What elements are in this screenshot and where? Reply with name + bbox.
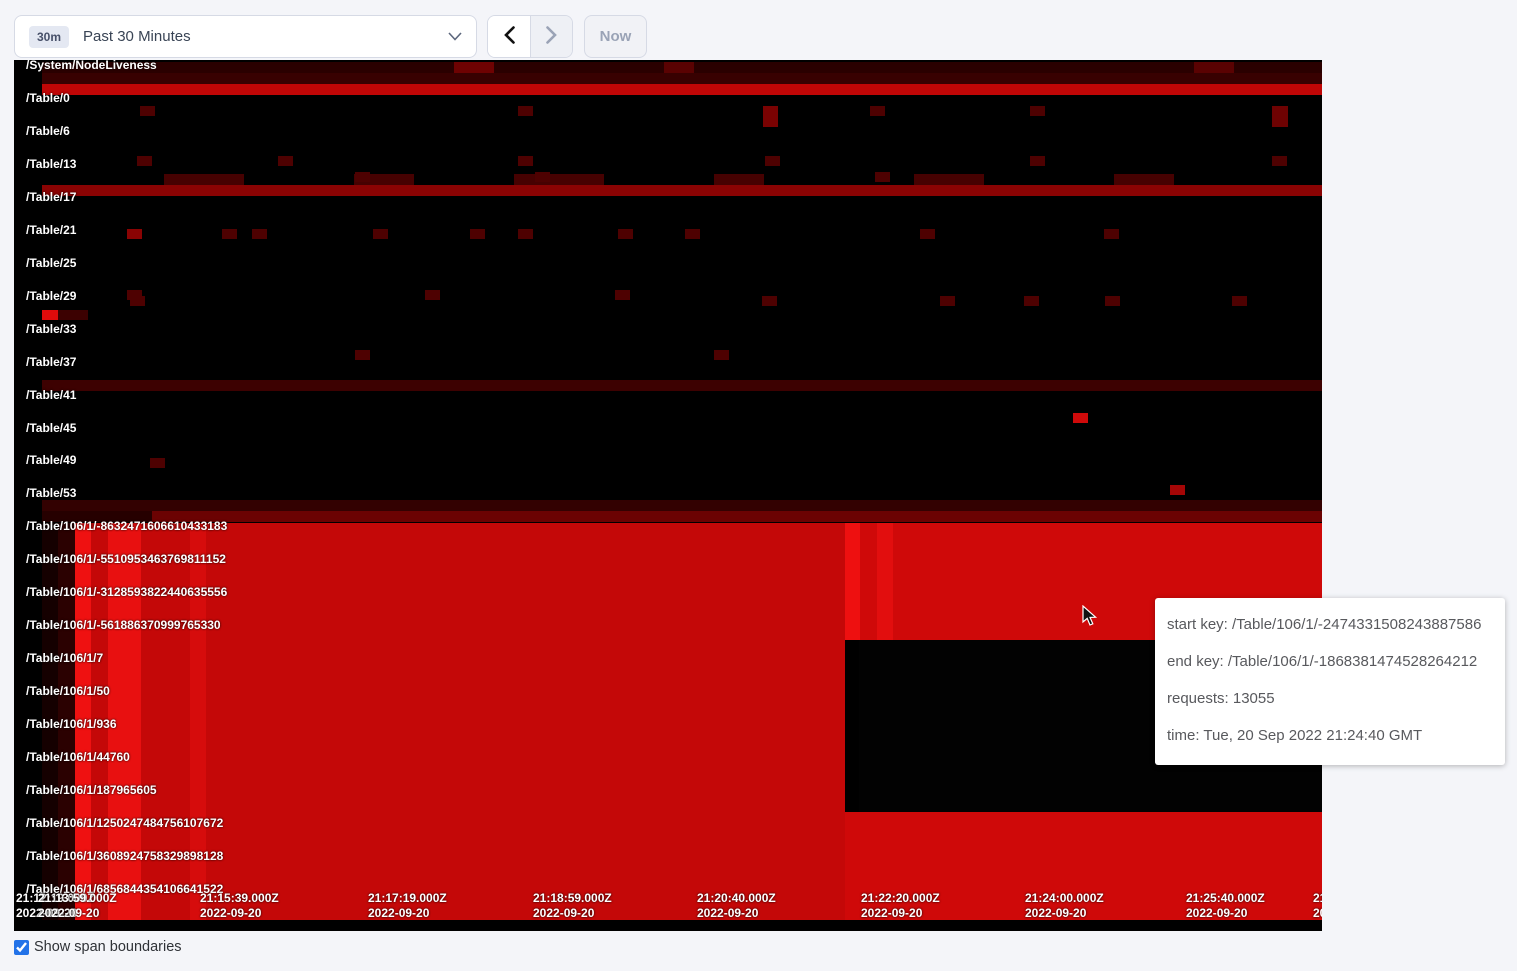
span-tooltip: start key: /Table/106/1/-247433150824388… bbox=[1155, 598, 1505, 765]
heatmap-cell bbox=[137, 156, 152, 166]
heatmap-cell bbox=[252, 229, 267, 239]
heatmap-cell bbox=[1030, 156, 1045, 166]
heatmap-cell bbox=[1105, 296, 1120, 306]
heatmap-cell bbox=[278, 156, 293, 166]
time-range-select[interactable]: 30m Past 30 Minutes bbox=[14, 15, 477, 58]
heatmap-region bbox=[14, 920, 1322, 931]
heatmap-cell bbox=[150, 458, 165, 468]
heatmap-cell bbox=[940, 296, 955, 306]
heatmap-cell bbox=[58, 310, 88, 320]
key-visualizer-heatmap[interactable]: /System/NodeLiveness/Table/0/Table/6/Tab… bbox=[14, 60, 1322, 931]
key-visualizer-page: { "toolbar": { "range_badge": "30m", "ra… bbox=[0, 0, 1517, 971]
heatmap-cell bbox=[870, 106, 885, 116]
heatmap-cell bbox=[373, 229, 388, 239]
heatmap-cell bbox=[1030, 106, 1045, 116]
time-range-badge: 30m bbox=[29, 26, 69, 48]
heatmap-gridlines bbox=[314, 640, 845, 920]
heatmap-cell bbox=[140, 106, 155, 116]
heatmap-gridlines bbox=[314, 523, 845, 640]
tooltip-start-key: start key: /Table/106/1/-247433150824388… bbox=[1167, 606, 1493, 643]
heatmap-cell bbox=[685, 229, 700, 239]
now-button[interactable]: Now bbox=[584, 15, 647, 58]
heatmap-cell bbox=[714, 350, 729, 360]
heatmap-cell bbox=[518, 229, 533, 239]
heatmap-cell bbox=[130, 296, 145, 306]
heatmap-cell bbox=[762, 296, 777, 306]
heatmap-cell bbox=[355, 350, 370, 360]
time-nav-group bbox=[487, 15, 573, 58]
chevron-down-icon bbox=[448, 28, 462, 46]
heatmap-cell bbox=[875, 172, 890, 182]
heatmap-cell bbox=[1024, 296, 1039, 306]
heatmap-cell bbox=[127, 229, 142, 239]
heatmap-cell bbox=[1170, 485, 1185, 495]
time-range-label: Past 30 Minutes bbox=[83, 28, 448, 45]
heatmap-cell bbox=[222, 229, 237, 239]
next-interval-button[interactable] bbox=[530, 16, 572, 57]
tooltip-requests: requests: 13055 bbox=[1167, 680, 1493, 717]
heatmap-cell bbox=[615, 290, 630, 300]
heatmap-cell bbox=[1272, 106, 1288, 127]
heatmap-cell bbox=[1272, 156, 1287, 166]
tooltip-time: time: Tue, 20 Sep 2022 21:24:40 GMT bbox=[1167, 717, 1493, 754]
chevron-left-icon bbox=[504, 26, 515, 47]
span-boundaries-row: Show span boundaries bbox=[14, 939, 182, 955]
heatmap-cell bbox=[470, 229, 485, 239]
heatmap-cell bbox=[355, 172, 370, 182]
heatmap-cell bbox=[1104, 229, 1119, 239]
heatmap-cell bbox=[765, 156, 780, 166]
heatmap-cell bbox=[1232, 296, 1247, 306]
heatmap-cell bbox=[518, 106, 533, 116]
heatmap-cell bbox=[618, 229, 633, 239]
tooltip-end-key: end key: /Table/106/1/-18683814745282642… bbox=[1167, 643, 1493, 680]
heatmap-cell bbox=[535, 172, 550, 182]
heatmap-cell bbox=[425, 290, 440, 300]
show-span-boundaries-checkbox[interactable] bbox=[14, 940, 29, 955]
heatmap-cell bbox=[518, 156, 533, 166]
heatmap-cell bbox=[920, 229, 935, 239]
heatmap-cell bbox=[763, 106, 778, 127]
heatmap-gridlines bbox=[42, 62, 1322, 521]
heatmap-cell bbox=[1073, 413, 1088, 423]
chevron-right-icon bbox=[546, 26, 557, 47]
heatmap-cell bbox=[42, 310, 58, 320]
heatmap-gridlines bbox=[42, 641, 314, 920]
heatmap-gridlines bbox=[845, 812, 1322, 920]
show-span-boundaries-label: Show span boundaries bbox=[34, 939, 182, 955]
prev-interval-button[interactable] bbox=[488, 16, 530, 57]
